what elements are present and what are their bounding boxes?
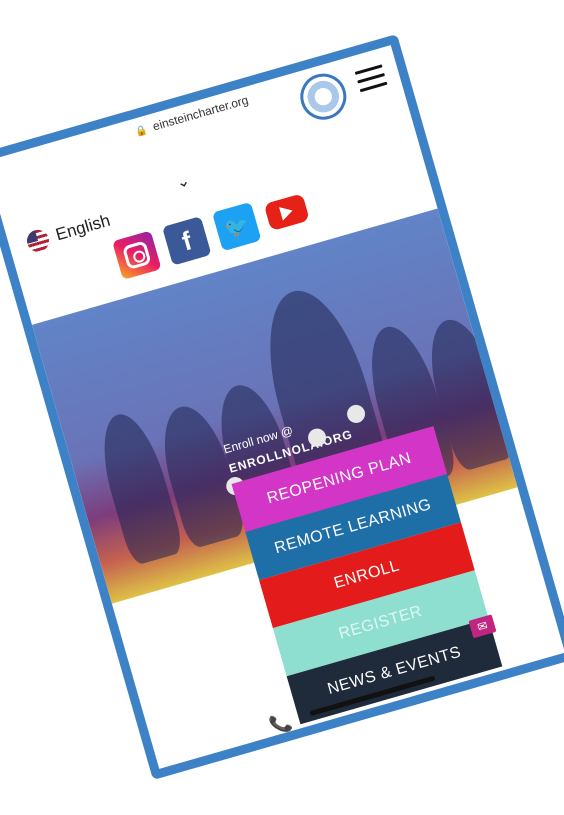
language-selector[interactable]: English — [24, 210, 113, 255]
lock-icon: 🔒 — [133, 124, 149, 139]
hamburger-icon[interactable] — [354, 64, 389, 98]
chevron-down-icon[interactable]: ⌄ — [174, 170, 192, 193]
twitter-icon[interactable]: 🐦 — [212, 201, 262, 252]
url-text: einsteincharter.org — [151, 92, 250, 134]
facebook-icon[interactable]: f — [162, 216, 212, 266]
instagram-icon[interactable] — [112, 230, 162, 280]
url-bar[interactable]: 🔒 einsteincharter.org — [0, 51, 396, 181]
phone-icon[interactable]: 📞 — [267, 711, 294, 737]
us-flag-icon — [24, 227, 52, 255]
language-label: English — [53, 210, 113, 245]
phone-screenshot: 🔒 einsteincharter.org English ⌄ f 🐦 Enro… — [0, 33, 564, 781]
youtube-icon[interactable] — [262, 187, 311, 236]
